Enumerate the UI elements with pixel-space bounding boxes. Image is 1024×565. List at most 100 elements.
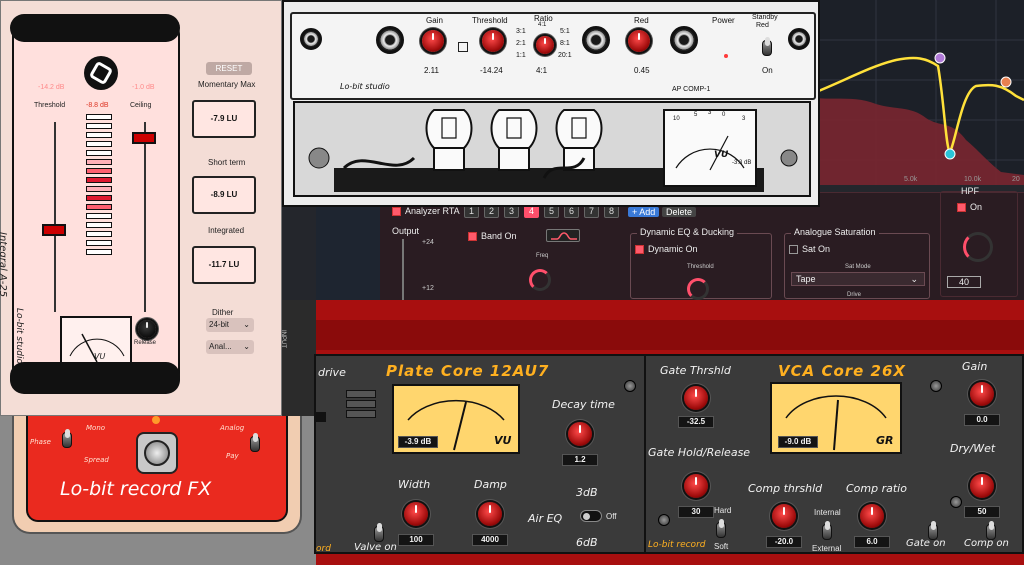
saturation-title: Analogue Saturation (791, 227, 879, 237)
comp-threshold-knob[interactable] (772, 504, 796, 528)
hpf-on-toggle[interactable]: On (957, 202, 982, 213)
hpf-value-field[interactable]: 40 (947, 276, 981, 288)
ceiling-label: Ceiling (130, 102, 152, 109)
air-eq-switch[interactable] (580, 510, 602, 522)
gate-hold-knob[interactable] (684, 474, 708, 498)
gate-threshold-knob[interactable] (684, 386, 708, 410)
pay-label: Pay (226, 452, 239, 460)
pedal-title: Lo-bit record FX (60, 478, 212, 500)
analyzer-rta-toggle[interactable]: Analyzer RTA (392, 206, 460, 217)
sketch-compressor-plugin: Gain 2.11 Threshold -14.24 Ratio 4:1 3:1… (282, 0, 820, 207)
valve-toggle[interactable] (374, 523, 384, 542)
power-led-icon (724, 54, 728, 58)
chevron-down-icon: ⌄ (243, 320, 250, 329)
drive-readout (316, 412, 326, 422)
footswitch-button[interactable] (136, 432, 178, 474)
input-knob[interactable] (376, 26, 404, 54)
dither-select[interactable]: 24-bit ⌄ (206, 318, 254, 332)
ratio-option[interactable]: 20:1 (558, 52, 572, 59)
vca-brand-label: Lo-bit record (648, 540, 706, 550)
comp-ratio-knob[interactable] (860, 504, 884, 528)
ceiling-readout: -1.0 dB (132, 84, 155, 91)
valve-selector[interactable] (346, 388, 376, 432)
freq-knob[interactable] (529, 269, 551, 291)
damp-value: 4000 (472, 534, 508, 546)
sat-mode-value: Tape (796, 274, 816, 284)
ratio-option[interactable]: 8:1 (560, 40, 570, 47)
comp-on-label: Comp on (964, 538, 1009, 549)
gain-knob[interactable] (422, 30, 444, 52)
comp-ratio-value: 6.0 (854, 536, 890, 548)
width-knob[interactable] (404, 502, 428, 526)
meter-segment (86, 159, 112, 165)
damp-knob[interactable] (478, 502, 502, 526)
reset-button[interactable]: RESET (206, 62, 252, 75)
phase-toggle[interactable] (62, 429, 72, 448)
ratio-option[interactable]: 1:1 (516, 52, 526, 59)
graph-freq-label: 5.0k (904, 176, 918, 183)
threshold-fader-handle[interactable] (42, 224, 66, 236)
gate-hold-value: 30 (678, 506, 714, 518)
screw-icon (930, 380, 942, 392)
ratio-option[interactable]: 5:1 (560, 28, 570, 35)
screw-icon (950, 496, 962, 508)
red-value: 0.45 (634, 66, 650, 75)
ceiling-fader-track[interactable] (144, 122, 146, 312)
output-fader-track[interactable] (402, 239, 404, 301)
release-knob[interactable] (138, 320, 156, 338)
dry-wet-knob[interactable] (970, 474, 994, 498)
decay-knob[interactable] (568, 422, 592, 446)
standby-sub-label: Red (756, 22, 769, 29)
plate-core-title: Plate Core 12AU7 (386, 362, 550, 380)
mix-knob[interactable] (670, 26, 698, 54)
plate-vu-readout: -3.9 dB (398, 436, 438, 448)
sat-mode-select[interactable]: Tape ⌄ (791, 272, 925, 286)
ratio-option[interactable]: 3:1 (516, 28, 526, 35)
logo-nut-icon (84, 56, 118, 90)
hpf-knob[interactable] (963, 232, 993, 262)
threshold-fader-track[interactable] (54, 122, 56, 312)
meter-segment (86, 231, 112, 237)
ratio-value: 4:1 (536, 66, 548, 75)
output-knob[interactable] (582, 26, 610, 54)
dynamic-on-toggle[interactable]: Dynamic On (635, 244, 698, 255)
vca-gain-knob[interactable] (970, 382, 994, 406)
meter-segment (86, 132, 112, 138)
eq-node-3[interactable] (934, 52, 946, 64)
eq-grid-area (316, 205, 380, 300)
dry-wet-label: Dry/Wet (950, 442, 996, 455)
threshold-value: -14.24 (480, 66, 503, 75)
vu-label: VU (714, 150, 729, 160)
delete-band-button[interactable]: Delete (662, 207, 697, 217)
filter-shape-select[interactable] (546, 229, 580, 242)
ratio-option[interactable]: 2:1 (516, 40, 526, 47)
hard-soft-toggle[interactable] (716, 519, 726, 538)
ratio-knob[interactable] (536, 36, 554, 54)
meter-segment (86, 150, 112, 156)
eq-node-5[interactable] (1000, 76, 1012, 88)
dyn-threshold-knob[interactable] (687, 278, 709, 300)
screw-icon (658, 514, 670, 526)
soft-label: Soft (714, 542, 729, 551)
width-label: Width (398, 478, 431, 491)
ceiling-fader-handle[interactable] (132, 132, 156, 144)
phase-label: Phase (30, 438, 51, 446)
mode-select[interactable]: Anal... ⌄ (206, 340, 254, 354)
tube-chassis-illustration (293, 101, 811, 197)
saturation-group: Analogue Saturation Sat On Sat Mode Tape… (784, 227, 930, 299)
sidechain-toggle[interactable] (822, 521, 832, 540)
red-knob[interactable] (628, 30, 650, 52)
vca-gain-label: Gain (962, 360, 988, 373)
decay-value: 1.2 (562, 454, 598, 466)
band-on-label: Band On (481, 231, 517, 241)
eq-node-4[interactable] (944, 148, 956, 160)
standby-toggle[interactable] (762, 37, 772, 56)
band-on-toggle[interactable]: Band On (468, 231, 517, 242)
sat-on-toggle[interactable]: Sat On (789, 244, 830, 255)
threshold-knob[interactable] (482, 30, 504, 52)
analog-toggle[interactable] (250, 433, 260, 452)
add-band-button[interactable]: + Add (628, 207, 660, 217)
eq-spectrum-graph[interactable]: 5.0k 10.0k 20 (815, 0, 1024, 185)
gate-threshold-label: Gate Thrshld (660, 364, 731, 377)
checkbox-icon (957, 203, 966, 213)
